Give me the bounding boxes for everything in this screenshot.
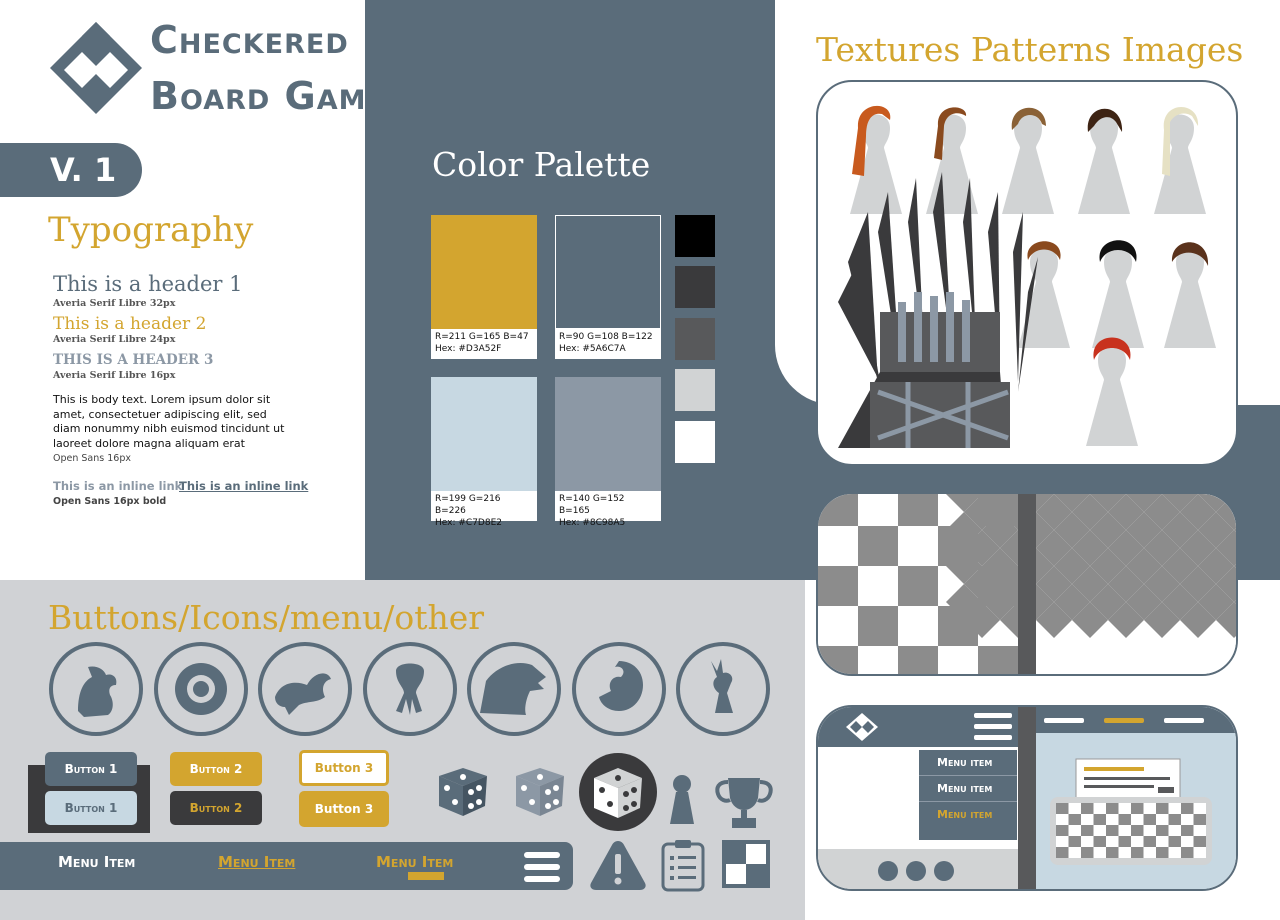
components-title: Buttons/Icons/menu/other <box>48 598 485 637</box>
button2-hover[interactable]: Button 2 <box>170 791 262 825</box>
pawn-icon <box>670 775 694 824</box>
inline-link-visited[interactable]: This is an inline link <box>53 479 182 493</box>
inline-link[interactable]: This is an inline link <box>179 479 308 493</box>
textures-title: Textures Patterns Images <box>816 30 1244 69</box>
mock-dropdown-menu: Menu item Menu item Menu item <box>918 749 1018 841</box>
body-caption: Open Sans 16px <box>53 453 131 464</box>
ui-mockup <box>818 707 1236 889</box>
grey-swatch-1 <box>675 215 715 257</box>
clipboard-icon <box>661 840 705 892</box>
button2-default[interactable]: Button 2 <box>170 752 262 786</box>
swatch-light-blue: R=199 G=216 B=226 Hex: #C7D8E2 <box>431 377 537 528</box>
grey-swatch-5 <box>675 421 715 463</box>
kraken-sigil-icon[interactable] <box>362 641 458 737</box>
version-badge: V. 1 <box>0 143 142 197</box>
header1-sample: This is a header 1 <box>53 272 243 296</box>
dice-button-icon[interactable] <box>578 752 658 832</box>
trophy-icon <box>715 778 773 828</box>
header1-caption: Averia Serif Libre 32px <box>53 298 176 309</box>
mock-menu-item[interactable]: Menu item <box>919 750 1017 776</box>
button1-hover[interactable]: Button 1 <box>45 791 137 825</box>
button3-filled[interactable]: Button 3 <box>299 791 389 827</box>
swatch-grey-blue: R=140 G=152 B=165 Hex: #8C98A5 <box>555 377 661 528</box>
swatch-slate: R=90 G=108 B=122 Hex: #5A6C7A <box>555 215 661 359</box>
menu-item-hover[interactable]: Menu Item <box>218 853 295 871</box>
edge-strip <box>1238 405 1280 580</box>
button3-outline[interactable]: Button 3 <box>299 750 389 786</box>
logo-icon <box>50 22 142 114</box>
typography-title: Typography <box>48 210 254 250</box>
header2-sample: This is a header 2 <box>53 314 207 334</box>
menu-item-active[interactable]: Menu Item <box>376 853 453 871</box>
grey-swatch-4 <box>675 369 715 411</box>
rose-sigil-icon[interactable] <box>153 641 249 737</box>
hamburger-menu-icon[interactable] <box>522 849 562 885</box>
dice-dark-icon <box>439 768 487 816</box>
ui-mockup-panel: Menu item Menu item Menu item <box>816 705 1238 891</box>
dragon-sigil-icon[interactable] <box>571 641 667 737</box>
header2-caption: Averia Serif Libre 24px <box>53 334 176 345</box>
brand-line-2: Board Games <box>150 74 407 118</box>
dice-light-icon <box>516 768 564 816</box>
active-indicator <box>408 872 444 880</box>
manticore-sigil-icon[interactable] <box>257 641 353 737</box>
character-pieces-illustration <box>838 105 1216 448</box>
checkerboard-icon <box>722 840 770 888</box>
header3-caption: Averia Serif Libre 16px <box>53 370 176 381</box>
grey-swatch-2 <box>675 266 715 308</box>
palette-title: Color Palette <box>432 145 651 184</box>
grey-swatch-3 <box>675 318 715 360</box>
brand-line-1: Checkered <box>150 18 349 62</box>
warning-icon <box>590 841 646 890</box>
direwolf-sigil-icon[interactable] <box>466 641 562 737</box>
swatch-gold: R=211 G=165 B=47 Hex: #D3A52F <box>431 215 537 359</box>
mock-menu-item[interactable]: Menu item <box>919 776 1017 802</box>
mock-menu-item-active[interactable]: Menu item <box>919 802 1017 828</box>
images-panel <box>816 80 1238 466</box>
pattern-panel <box>816 492 1238 676</box>
body-text-sample: This is body text. Lorem ipsum dolor sit… <box>53 393 285 450</box>
button1-default[interactable]: Button 1 <box>45 752 137 786</box>
menu-item[interactable]: Menu Item <box>58 853 135 871</box>
header3-sample: THIS IS A HEADER 3 <box>53 352 214 368</box>
checkered-patterns <box>818 494 1236 674</box>
link-caption: Open Sans 16px bold <box>53 496 167 507</box>
stag-sigil-icon[interactable] <box>675 641 771 737</box>
lion-sigil-icon[interactable] <box>48 641 144 737</box>
